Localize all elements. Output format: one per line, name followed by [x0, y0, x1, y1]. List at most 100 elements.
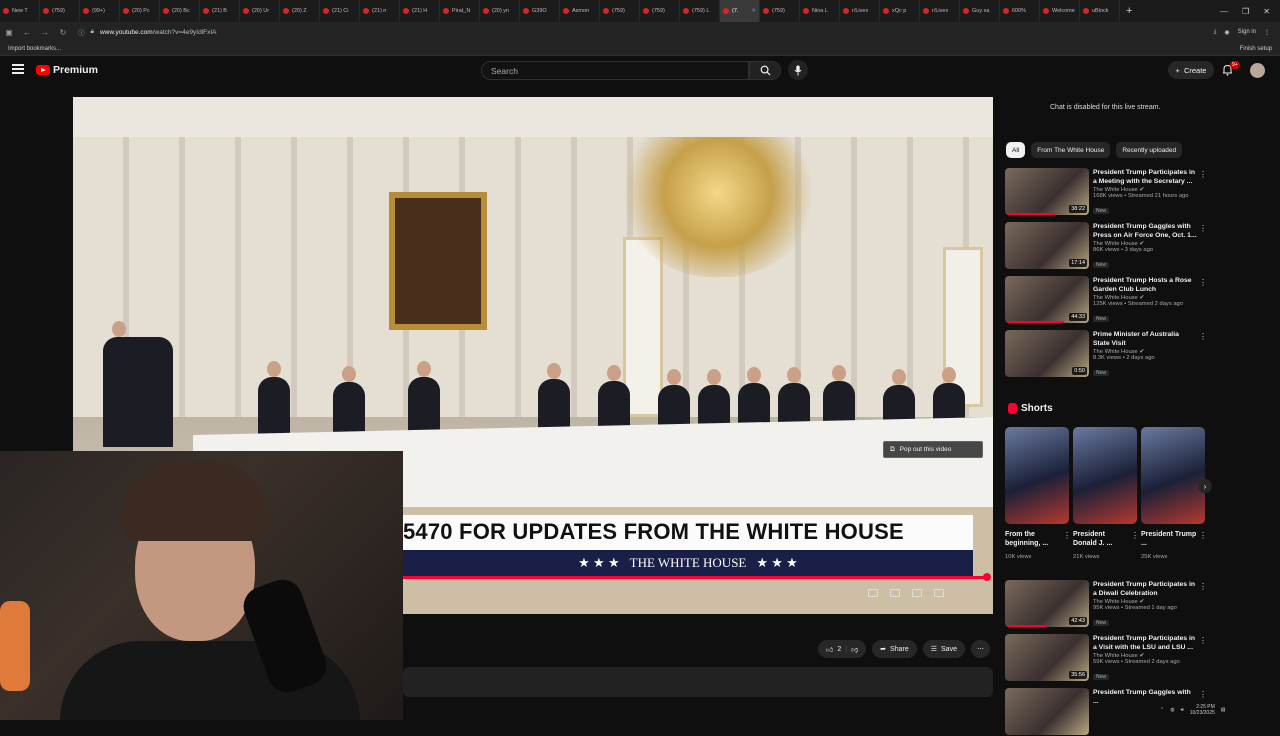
fullscreen-icon[interactable]: [934, 589, 944, 597]
more-vertical-icon[interactable]: ⋮: [1199, 332, 1207, 341]
search-button[interactable]: [749, 61, 781, 80]
video-title[interactable]: Prime Minister of Australia State Visit: [1093, 330, 1197, 348]
video-title[interactable]: President Trump Participates in a Visit …: [1093, 634, 1197, 652]
subtitles-icon[interactable]: [868, 589, 878, 597]
share-button[interactable]: ➦ Share: [872, 640, 917, 658]
maximize-icon[interactable]: ❐: [1242, 7, 1249, 16]
forward-icon[interactable]: →: [36, 28, 54, 37]
network-icon[interactable]: ◍: [1170, 707, 1174, 713]
browser-tab[interactable]: (759): [640, 0, 680, 22]
recommended-video[interactable]: 44:33 President Trump Hosts a Rose Garden…: [1005, 276, 1210, 324]
short-title[interactable]: President Donald J. ...: [1073, 530, 1129, 548]
video-thumbnail[interactable]: [1005, 688, 1089, 735]
notifications-tray-icon[interactable]: ▤: [1221, 707, 1226, 713]
browser-tab[interactable]: (21) Ci: [320, 0, 360, 22]
create-button[interactable]: + Create: [1168, 61, 1214, 79]
url-field[interactable]: ⓘ 🔒︎ www.youtube.com/watch?v=4e9yIdlFxIA: [78, 25, 1008, 39]
browser-tab[interactable]: (759): [760, 0, 800, 22]
browser-tab[interactable]: (20) Pc: [120, 0, 160, 22]
site-info-icon[interactable]: ⓘ: [78, 27, 85, 37]
chip-from-the-white-house[interactable]: From The White House: [1031, 142, 1111, 158]
sidebar-toggle-icon[interactable]: ▣: [0, 28, 18, 37]
browser-tab[interactable]: (99+): [80, 0, 120, 22]
more-vertical-icon[interactable]: ⋮: [1199, 170, 1207, 179]
browser-tab[interactable]: (20) Ur: [240, 0, 280, 22]
short-thumbnail[interactable]: [1141, 427, 1205, 524]
sign-in-button[interactable]: Sign in: [1238, 29, 1256, 35]
browser-tab[interactable]: Pirat_N: [440, 0, 480, 22]
more-vertical-icon[interactable]: ⋮: [1199, 690, 1207, 699]
browser-tab[interactable]: Guy sa: [960, 0, 1000, 22]
back-icon[interactable]: ←: [18, 28, 36, 37]
recommended-video[interactable]: 38:22 President Trump Participates in a M…: [1005, 168, 1210, 216]
close-window-icon[interactable]: ✕: [1263, 7, 1270, 16]
video-title[interactable]: President Trump Participates in a Diwali…: [1093, 580, 1197, 598]
browser-tab[interactable]: Welcome: [1040, 0, 1080, 22]
video-progress-bar[interactable]: [403, 576, 987, 579]
download-icon[interactable]: ⤓: [1214, 29, 1217, 36]
menu-icon[interactable]: ⋮: [1264, 29, 1270, 36]
hamburger-menu-icon[interactable]: [12, 64, 24, 74]
more-actions-button[interactable]: ⋯: [970, 640, 990, 658]
more-vertical-icon[interactable]: ⋮: [1199, 582, 1207, 591]
video-thumbnail[interactable]: 35:56: [1005, 634, 1089, 681]
video-thumbnail[interactable]: 17:14: [1005, 222, 1089, 269]
save-button[interactable]: ☰ Save: [922, 640, 965, 658]
more-vertical-icon[interactable]: ⋮: [1131, 531, 1139, 540]
youtube-logo[interactable]: Premium: [36, 64, 98, 76]
chip-recently-uploaded[interactable]: Recently uploaded: [1116, 142, 1183, 158]
browser-tab[interactable]: xQc p: [880, 0, 920, 22]
browser-tab[interactable]: (20) Bc: [160, 0, 200, 22]
browser-tab[interactable]: Nina L: [800, 0, 840, 22]
browser-tab[interactable]: (759) L: [680, 0, 720, 22]
more-vertical-icon[interactable]: ⋮: [1199, 636, 1207, 645]
browser-tab[interactable]: (759): [40, 0, 80, 22]
video-thumbnail[interactable]: 42:43: [1005, 580, 1089, 627]
video-title[interactable]: President Trump Gaggles with Press on Ai…: [1093, 222, 1197, 240]
recommended-video[interactable]: 42:43 President Trump Participates in a D…: [1005, 580, 1210, 628]
more-vertical-icon[interactable]: ⋮: [1199, 224, 1207, 233]
volume-icon[interactable]: 🔊︎: [1181, 707, 1184, 713]
thumbs-down-icon[interactable]: 👎︎: [851, 645, 858, 654]
more-vertical-icon[interactable]: ⋮: [1063, 531, 1071, 540]
browser-tab[interactable]: uBlock: [1080, 0, 1120, 22]
video-thumbnail[interactable]: 0:50: [1005, 330, 1089, 377]
recommended-video[interactable]: 35:56 President Trump Participates in a V…: [1005, 634, 1210, 682]
minimize-icon[interactable]: —: [1220, 7, 1228, 16]
pop-out-video-button[interactable]: ⧉ Pop out this video: [883, 441, 983, 458]
browser-tab[interactable]: (20) Z: [280, 0, 320, 22]
chip-all[interactable]: All: [1006, 142, 1026, 158]
shorts-next-button[interactable]: ›: [1198, 479, 1212, 493]
browser-tab[interactable]: r/Lives: [920, 0, 960, 22]
browser-tab[interactable]: (759): [600, 0, 640, 22]
new-tab-icon[interactable]: +: [1120, 5, 1138, 17]
tray-arrow-icon[interactable]: ⌃: [1160, 707, 1164, 713]
tab-close-icon[interactable]: ✕: [751, 8, 756, 14]
video-thumbnail[interactable]: 38:22: [1005, 168, 1089, 215]
finish-setup-button[interactable]: Finish setup: [1240, 46, 1280, 52]
video-title[interactable]: President Trump Hosts a Rose Garden Club…: [1093, 276, 1197, 294]
more-vertical-icon[interactable]: ⋮: [1199, 531, 1207, 540]
browser-tab[interactable]: (7. ✕: [720, 0, 760, 22]
reload-icon[interactable]: ↻: [54, 28, 72, 37]
short-thumbnail[interactable]: [1005, 427, 1069, 524]
recommended-video[interactable]: 0:50 Prime Minister of Australia State Vi…: [1005, 330, 1210, 378]
short-title[interactable]: From the beginning, ...: [1005, 530, 1061, 548]
import-bookmarks-link[interactable]: Import bookmarks...: [8, 46, 61, 52]
description-box[interactable]: [403, 667, 993, 697]
short-title[interactable]: President Trump ...: [1141, 530, 1197, 548]
short-thumbnail[interactable]: [1073, 427, 1137, 524]
browser-tab[interactable]: New T: [0, 0, 40, 22]
recommended-video[interactable]: 17:14 President Trump Gaggles with Press …: [1005, 222, 1210, 270]
user-avatar[interactable]: [1250, 63, 1265, 78]
settings-gear-icon[interactable]: [890, 589, 900, 597]
browser-tab[interactable]: G39O: [520, 0, 560, 22]
video-scrubber-handle[interactable]: [983, 573, 991, 581]
browser-tab[interactable]: (21) H: [400, 0, 440, 22]
browser-tab[interactable]: 600%: [1000, 0, 1040, 22]
browser-tab[interactable]: (21) n: [360, 0, 400, 22]
account-icon[interactable]: ◉: [1224, 29, 1229, 36]
like-button[interactable]: 👍︎ 2 | 👎︎: [818, 640, 867, 658]
video-thumbnail[interactable]: 44:33: [1005, 276, 1089, 323]
browser-tab[interactable]: Asmon: [560, 0, 600, 22]
